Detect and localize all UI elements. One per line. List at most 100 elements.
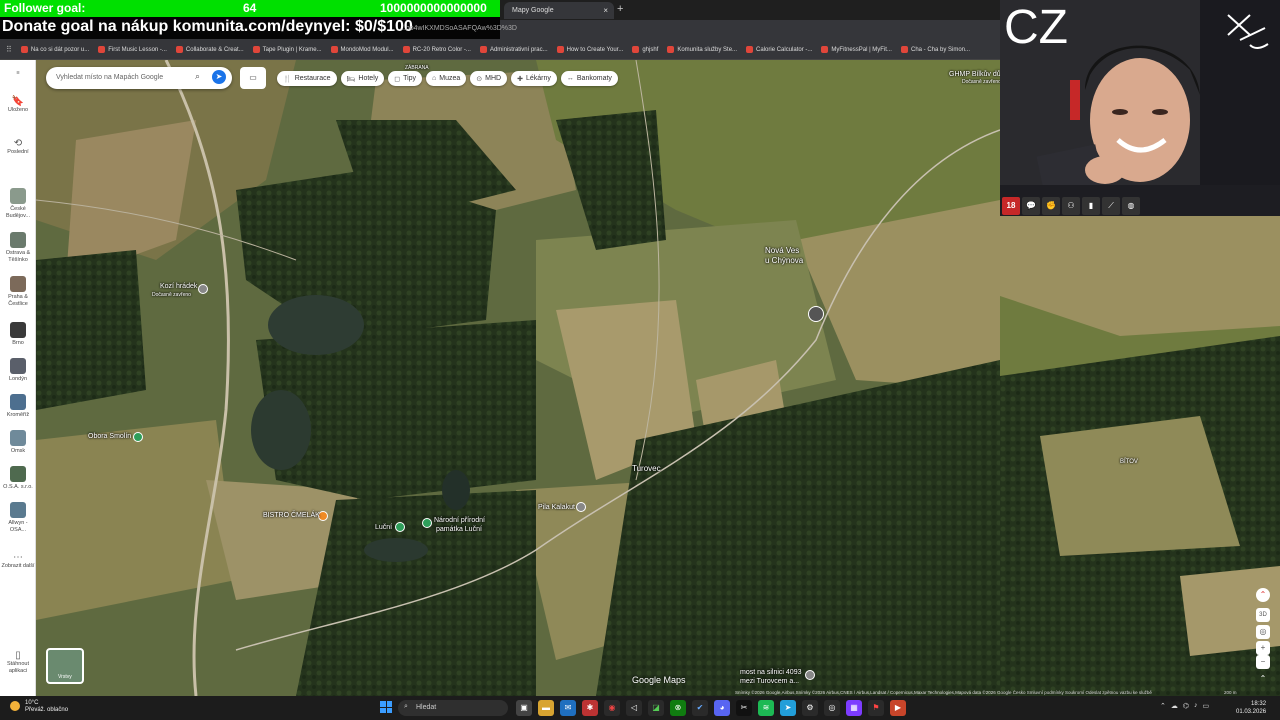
sawmill-pin-icon[interactable]: [576, 502, 586, 512]
bookmark-item[interactable]: MyFitnessPal | MyFit...: [821, 46, 892, 53]
bookmark-item[interactable]: Collaborate & Creat...: [175, 46, 244, 53]
label-kozi-hradek[interactable]: Kozí hrádek: [160, 283, 197, 290]
satellite-map[interactable]: [36, 60, 1000, 696]
bookmark-item[interactable]: Na co si dát pozor u...: [20, 46, 89, 53]
my-location-icon[interactable]: ◎: [1256, 625, 1270, 639]
app-purple-icon[interactable]: ▦: [846, 700, 862, 716]
start-button[interactable]: [380, 701, 392, 713]
obs-icon[interactable]: ◎: [824, 700, 840, 716]
label-nova-ves[interactable]: Nová Ves: [765, 246, 799, 255]
label-ghmp[interactable]: GHMP Bílkův dů: [949, 71, 1001, 78]
capcut-icon[interactable]: ✂: [736, 700, 752, 716]
taskbar-search[interactable]: ⌕ Hledat: [398, 700, 508, 716]
label-narodni[interactable]: Národní přírodní: [434, 517, 485, 524]
place-photo-pin-icon[interactable]: [808, 306, 824, 322]
lake-pin-icon[interactable]: [395, 522, 405, 532]
bookmark-item[interactable]: Calorie Calculator -...: [746, 46, 812, 53]
label-pila[interactable]: Pila Kalakut: [538, 504, 575, 511]
tray-battery-icon[interactable]: ▭: [1203, 702, 1210, 710]
layers-icon[interactable]: ▭: [240, 67, 266, 89]
taskbar-clock[interactable]: 18:32 01.03.2026: [1236, 700, 1266, 716]
xbox-icon[interactable]: ⊗: [670, 700, 686, 716]
app-orange-icon[interactable]: ▶: [890, 700, 906, 716]
search-icon[interactable]: ⌕: [195, 71, 200, 82]
tab-close-icon[interactable]: ×: [603, 6, 608, 15]
chip-label: Muzea: [439, 75, 461, 82]
file-explorer-icon[interactable]: ▬: [538, 700, 554, 716]
bookmark-item[interactable]: ghjshf: [632, 46, 658, 53]
bookmark-item[interactable]: Cha - Cha by Simon...: [900, 46, 970, 53]
chip-bankomaty[interactable]: ↔ Bankomaty: [560, 71, 618, 86]
bookmark-item[interactable]: Komunita služby Ste...: [667, 46, 737, 53]
label-turovec[interactable]: Turovec: [632, 464, 661, 473]
tab-google-maps[interactable]: Mapy Google ×: [504, 2, 614, 19]
park-pin-icon[interactable]: [133, 432, 143, 442]
rail-item[interactable]: Ostrava & Těšínko: [0, 232, 36, 264]
nature-reserve-pin-icon[interactable]: [422, 518, 432, 528]
discord-icon[interactable]: ◕: [714, 700, 730, 716]
mail-icon[interactable]: ✉: [560, 700, 576, 716]
map-search-input[interactable]: Vyhledat místo na Mapách Google ⌕ ➤: [46, 67, 232, 89]
bookmark-item[interactable]: First Music Lesson -...: [98, 46, 167, 53]
chip-hotely[interactable]: 🛏 Hotely: [340, 71, 385, 86]
bookmark-item[interactable]: Tape Plugin | Krame...: [252, 46, 322, 53]
attraction-pin-icon[interactable]: [198, 284, 208, 294]
app-red-icon[interactable]: ✱: [582, 700, 598, 716]
label-lucni[interactable]: Luční: [375, 524, 392, 531]
tray-cloud-icon[interactable]: ☁: [1171, 702, 1178, 710]
rail-item[interactable]: ⟲ Poslední: [0, 139, 36, 156]
chip-mhd[interactable]: ⊙ MHD: [470, 71, 508, 86]
bookmark-item[interactable]: Administrativní prac...: [479, 46, 548, 53]
steam-icon[interactable]: ⚙: [802, 700, 818, 716]
tray-volume-icon[interactable]: ♪: [1194, 702, 1198, 710]
app-flag-icon[interactable]: ⚑: [868, 700, 884, 716]
bridge-pin-icon[interactable]: [805, 670, 815, 680]
expand-icon[interactable]: ⌃: [1256, 672, 1270, 686]
rail-item[interactable]: Brno: [0, 322, 36, 347]
app-blue-icon[interactable]: ✔: [692, 700, 708, 716]
chip-lékárny[interactable]: ✚ Lékárny: [511, 71, 557, 86]
tray-network-icon[interactable]: ⌬: [1183, 702, 1189, 710]
bookmark-item[interactable]: RC-20 Retro Color -...: [402, 46, 471, 53]
rail-label: Poslední: [7, 149, 29, 155]
bookmark-item[interactable]: How to Create Your...: [556, 46, 623, 53]
bookmarks-apps-icon[interactable]: ⠿: [6, 45, 12, 54]
zoom-in-button[interactable]: +: [1256, 641, 1270, 655]
rail-item[interactable]: O.S.A. s.r.o.: [0, 466, 36, 491]
bookmark-item[interactable]: MondoMod Modul...: [330, 46, 394, 53]
new-tab-button[interactable]: +: [617, 3, 623, 15]
chip-tipy[interactable]: ◻ Tipy: [388, 71, 423, 86]
layers-toggle-button[interactable]: Vrstvy: [46, 648, 84, 684]
3d-toggle-button[interactable]: 3D: [1256, 608, 1270, 622]
rail-item[interactable]: ⋯ Zobrazit další: [0, 553, 36, 570]
rail-item[interactable]: Kroměříž: [0, 394, 36, 419]
weather-widget[interactable]: 10°C Převáž. oblačno: [10, 700, 68, 714]
search-placeholder: Vyhledat místo na Mapách Google: [56, 74, 164, 81]
task-view-icon[interactable]: ▣: [516, 700, 532, 716]
rail-item[interactable]: Londýn: [0, 358, 36, 383]
rail-item[interactable]: Allwyn - OSA...: [0, 502, 36, 534]
compass-icon[interactable]: ⌃: [1256, 588, 1270, 602]
label-most[interactable]: most na silnici 4093: [740, 669, 801, 676]
cursor-app-icon[interactable]: ◁: [626, 700, 642, 716]
menu-icon[interactable]: ≡: [0, 70, 36, 77]
chip-restaurace[interactable]: 🍴 Restaurace: [277, 71, 337, 86]
label-bitov[interactable]: BÍTOV: [1120, 459, 1138, 465]
directions-icon[interactable]: ➤: [212, 70, 226, 84]
tray-chevron-icon[interactable]: ⌃: [1160, 702, 1166, 710]
bookmark-favicon-icon: [900, 46, 908, 53]
satellite-map-right[interactable]: [1000, 216, 1280, 696]
telegram-icon[interactable]: ➤: [780, 700, 796, 716]
rail-item[interactable]: ▯ Stáhnout aplikaci: [0, 651, 36, 675]
rail-item[interactable]: České Budějov...: [0, 188, 36, 220]
label-bistro[interactable]: BISTRO ČMELÁK: [263, 512, 320, 519]
rail-item[interactable]: Praha & Čestlice: [0, 276, 36, 308]
rail-item[interactable]: 🔖 Uloženo: [0, 97, 36, 114]
chip-muzea[interactable]: ⌂ Muzea: [426, 71, 467, 86]
zoom-out-button[interactable]: −: [1256, 655, 1270, 669]
label-obora[interactable]: Obora Smolín: [88, 433, 131, 440]
chrome-icon[interactable]: ◉: [604, 700, 620, 716]
rail-item[interactable]: Omsk: [0, 430, 36, 455]
spotify-icon[interactable]: ≋: [758, 700, 774, 716]
nvidia-icon[interactable]: ◪: [648, 700, 664, 716]
